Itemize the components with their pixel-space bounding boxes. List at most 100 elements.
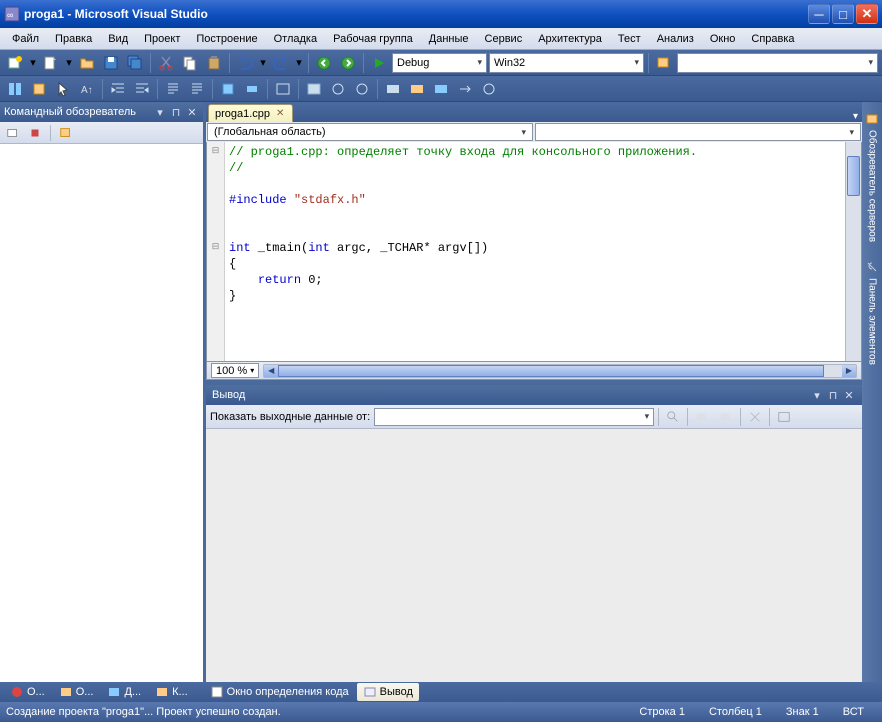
zoom-combo[interactable]: 100 % ▾ <box>211 363 259 378</box>
tb2-btn-g[interactable] <box>454 78 476 100</box>
copy-button[interactable] <box>179 52 201 74</box>
maximize-button[interactable]: □ <box>832 4 854 24</box>
btab-o2[interactable]: О... <box>53 683 100 701</box>
code-text[interactable]: // proga1.cpp: определяет точку входа дл… <box>225 142 845 361</box>
output-close-icon[interactable]: ✕ <box>842 388 856 402</box>
select-cursor-button[interactable] <box>52 78 74 100</box>
platform-combo[interactable]: Win32▾ <box>489 53 644 73</box>
menu-window[interactable]: Окно <box>702 31 744 47</box>
bookmark-prev-button[interactable] <box>241 78 263 100</box>
class-view-button[interactable] <box>28 78 50 100</box>
btab-errors[interactable]: О... <box>4 683 51 701</box>
open-button[interactable] <box>76 52 98 74</box>
menu-architecture[interactable]: Архитектура <box>530 31 610 47</box>
new-project-button[interactable] <box>4 52 26 74</box>
window-split-button[interactable] <box>272 78 294 100</box>
new-project-dropdown[interactable]: ▾ <box>28 52 38 74</box>
add-item-dropdown[interactable]: ▾ <box>64 52 74 74</box>
indent-button[interactable] <box>107 78 129 100</box>
output-find-button[interactable] <box>663 408 683 426</box>
output-source-combo[interactable]: ▾ <box>374 408 654 426</box>
comment-button[interactable] <box>162 78 184 100</box>
server-explorer-tab[interactable]: Обозреватель серверов <box>863 108 881 246</box>
outdent-button[interactable] <box>131 78 153 100</box>
menu-tools[interactable]: Сервис <box>477 31 531 47</box>
menu-edit[interactable]: Правка <box>47 31 100 47</box>
btab-k[interactable]: К... <box>149 683 194 701</box>
dropdown-icon[interactable]: ▾ <box>153 105 167 119</box>
paste-button[interactable] <box>203 52 225 74</box>
menu-project[interactable]: Проект <box>136 31 188 47</box>
outlining-margin[interactable]: ⊟ ⊟ <box>207 142 225 361</box>
cut-button[interactable] <box>155 52 177 74</box>
menu-file[interactable]: Файл <box>4 31 47 47</box>
close-pane-icon[interactable]: ✕ <box>185 105 199 119</box>
object-browser-button[interactable] <box>4 78 26 100</box>
te-refresh-button[interactable] <box>57 124 75 142</box>
toolbox-tab[interactable]: Панель элементов <box>863 256 881 369</box>
output-title-bar[interactable]: Вывод ▾ ⊓ ✕ <box>206 385 862 405</box>
menu-analyze[interactable]: Анализ <box>649 31 702 47</box>
hscroll-left-icon[interactable]: ◀ <box>264 365 278 377</box>
nav-back-button[interactable] <box>313 52 335 74</box>
menu-build[interactable]: Построение <box>188 31 265 47</box>
config-combo[interactable]: Debug▾ <box>392 53 487 73</box>
undo-dropdown[interactable]: ▾ <box>258 52 268 74</box>
menu-view[interactable]: Вид <box>100 31 136 47</box>
close-button[interactable]: ✕ <box>856 4 878 24</box>
btab-code-definition[interactable]: Окно определения кода <box>204 683 355 701</box>
tab-bar-dropdown-icon[interactable]: ▾ <box>853 111 862 122</box>
tb2-btn-a[interactable] <box>303 78 325 100</box>
output-pin-icon[interactable]: ⊓ <box>826 388 840 402</box>
menu-data[interactable]: Данные <box>421 31 477 47</box>
undo-button[interactable] <box>234 52 256 74</box>
navigation-bar: (Глобальная область)▾ ▾ <box>206 122 862 142</box>
find-button[interactable] <box>653 52 675 74</box>
tab-close-icon[interactable]: ✕ <box>274 108 286 119</box>
save-button[interactable] <box>100 52 122 74</box>
menu-test[interactable]: Тест <box>610 31 649 47</box>
start-debug-button[interactable] <box>368 52 390 74</box>
nav-forward-button[interactable] <box>337 52 359 74</box>
members-combo[interactable]: ▾ <box>535 123 861 141</box>
hscroll-right-icon[interactable]: ▶ <box>842 365 856 377</box>
redo-button[interactable] <box>270 52 292 74</box>
menu-help[interactable]: Справка <box>743 31 802 47</box>
tb2-btn-d[interactable] <box>382 78 404 100</box>
vertical-scrollbar[interactable] <box>845 142 861 361</box>
output-dropdown-icon[interactable]: ▾ <box>810 388 824 402</box>
minimize-button[interactable]: ─ <box>808 4 830 24</box>
app-icon: ∞ <box>4 6 20 22</box>
tb2-btn-b[interactable] <box>327 78 349 100</box>
add-item-button[interactable] <box>40 52 62 74</box>
team-explorer-body <box>0 144 203 682</box>
tb2-btn-c[interactable] <box>351 78 373 100</box>
code-editor[interactable]: ⊟ ⊟ // proga1.cpp: определяет точку вход… <box>206 142 862 362</box>
team-explorer-title-bar[interactable]: Командный обозреватель ▾ ⊓ ✕ <box>0 102 203 122</box>
menu-team[interactable]: Рабочая группа <box>325 31 421 47</box>
font-increase-button[interactable]: A↑ <box>76 78 98 100</box>
btab-d[interactable]: Д... <box>101 683 147 701</box>
horizontal-scrollbar[interactable]: ◀ ▶ <box>263 364 857 378</box>
tb2-btn-e[interactable] <box>406 78 428 100</box>
output-next-button[interactable] <box>716 408 736 426</box>
bookmark-button[interactable] <box>217 78 239 100</box>
redo-dropdown[interactable]: ▾ <box>294 52 304 74</box>
scope-combo[interactable]: (Глобальная область)▾ <box>207 123 533 141</box>
output-body[interactable] <box>206 429 862 682</box>
text-editor-toolbar: A↑ <box>0 76 882 102</box>
output-prev-button[interactable] <box>692 408 712 426</box>
tb2-btn-f[interactable] <box>430 78 452 100</box>
menu-debug[interactable]: Отладка <box>266 31 325 47</box>
te-stop-button[interactable] <box>26 124 44 142</box>
output-wordwrap-button[interactable] <box>774 408 794 426</box>
uncomment-button[interactable] <box>186 78 208 100</box>
pin-icon[interactable]: ⊓ <box>169 105 183 119</box>
output-clear-button[interactable] <box>745 408 765 426</box>
save-all-button[interactable] <box>124 52 146 74</box>
tab-proga1[interactable]: proga1.cpp ✕ <box>208 104 293 122</box>
btab-output[interactable]: Вывод <box>357 683 419 701</box>
tb2-btn-h[interactable] <box>478 78 500 100</box>
find-combo[interactable]: ▾ <box>677 53 878 73</box>
te-home-button[interactable] <box>4 124 22 142</box>
